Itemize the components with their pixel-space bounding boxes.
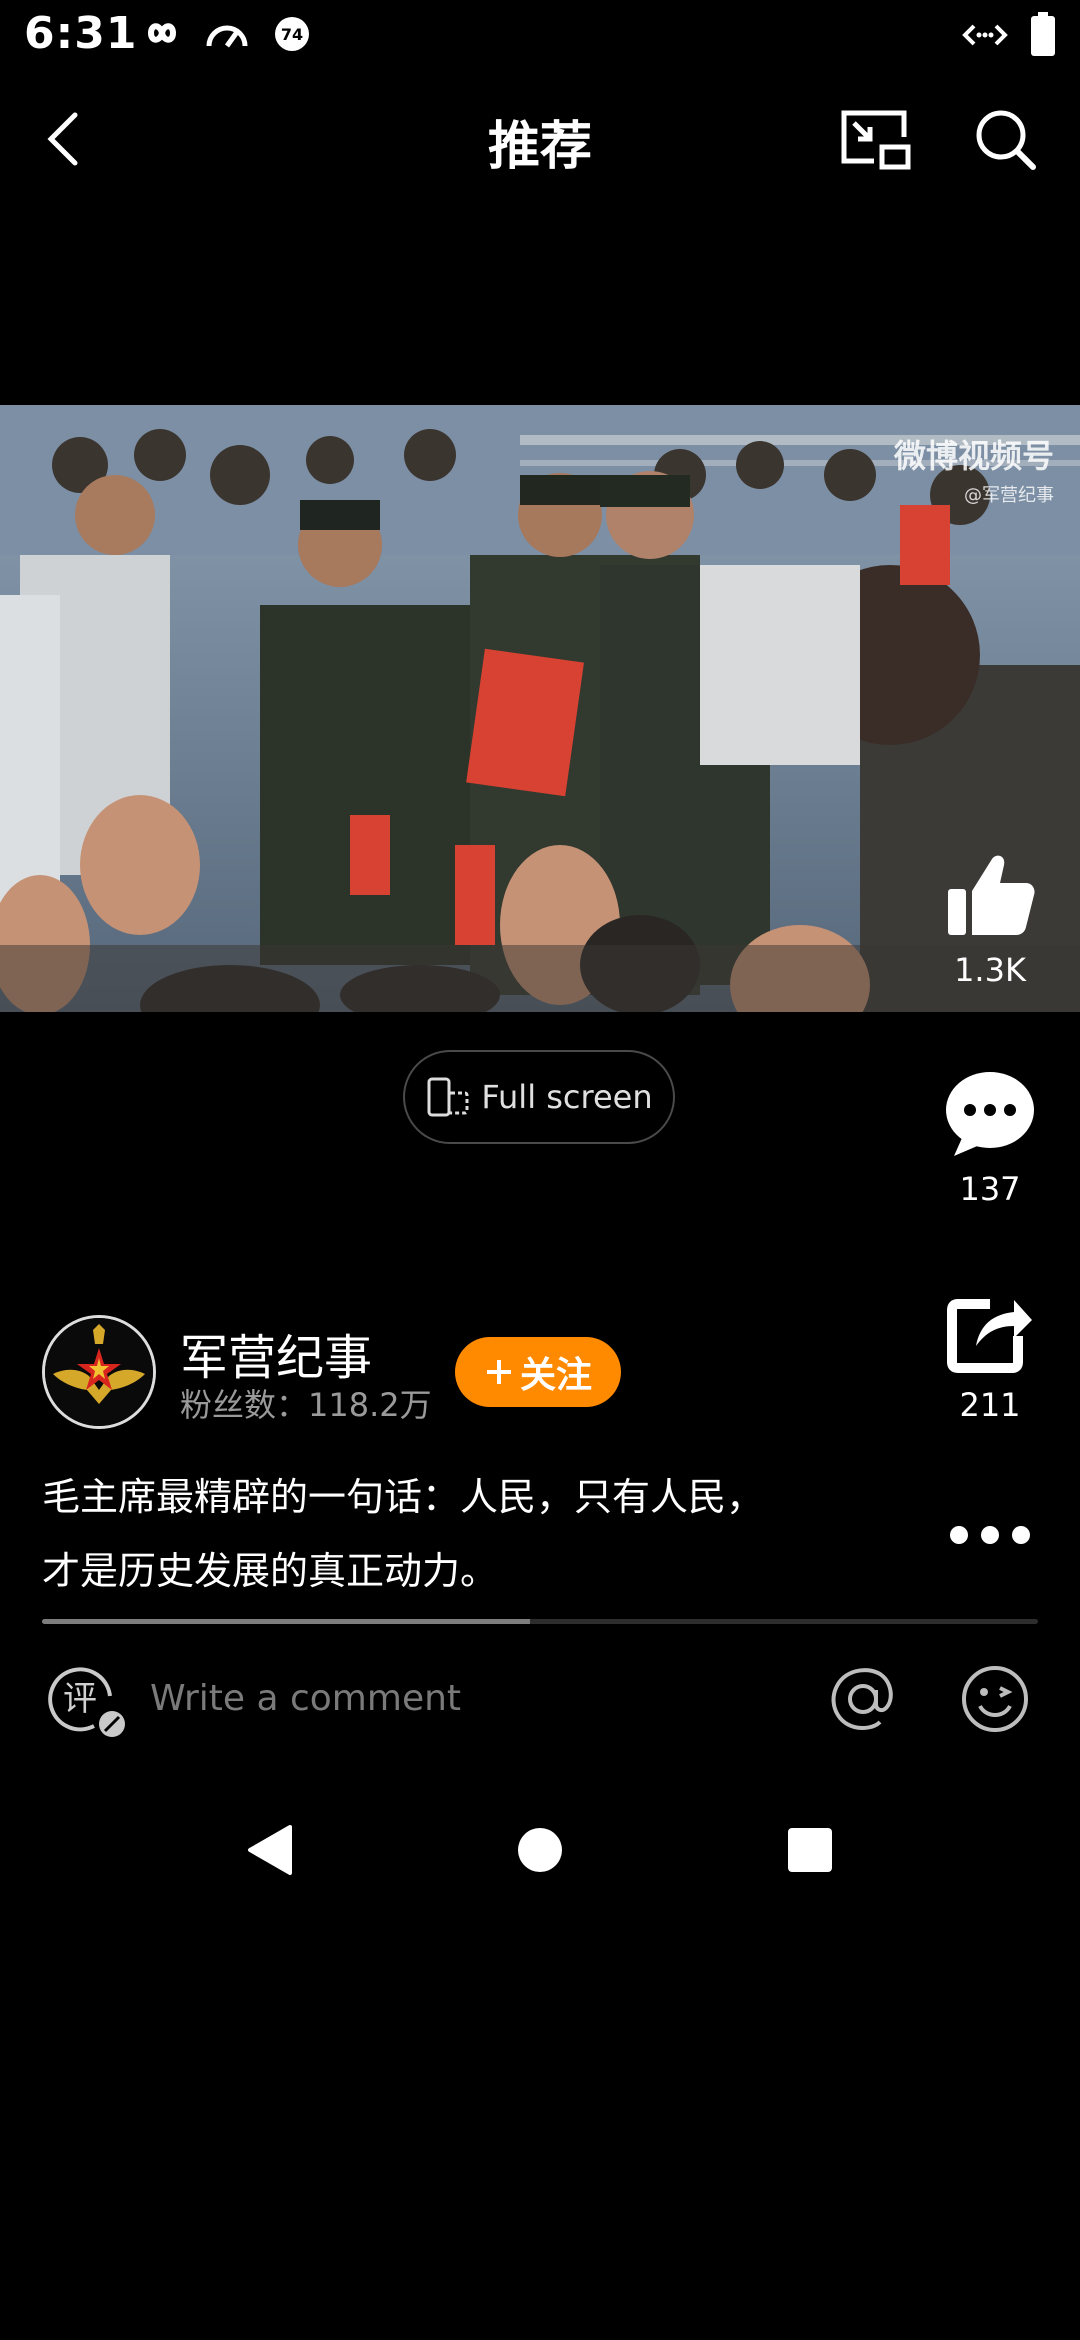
search-button[interactable] xyxy=(960,94,1050,184)
comment-count: 137 xyxy=(959,1170,1021,1208)
picture-in-picture-button[interactable] xyxy=(830,94,920,184)
battery-icon xyxy=(1030,12,1056,60)
share-count: 211 xyxy=(959,1386,1021,1424)
nav-back-button[interactable] xyxy=(230,1810,310,1890)
video-player[interactable]: 微博视频号 @军营纪事 xyxy=(0,405,1080,1012)
avatar[interactable] xyxy=(42,1315,156,1429)
speedometer-icon xyxy=(203,16,251,54)
nav-home-icon xyxy=(518,1828,562,1872)
more-dots-icon xyxy=(950,1526,1030,1544)
mention-button[interactable] xyxy=(828,1664,898,1734)
share-icon xyxy=(947,1299,1032,1373)
at-sign-icon xyxy=(831,1668,893,1731)
army-emblem-icon xyxy=(45,1318,153,1426)
search-icon xyxy=(976,110,1036,170)
emoji-wink-icon xyxy=(962,1666,1028,1732)
svg-text:74: 74 xyxy=(281,25,303,44)
comment-badge-button[interactable]: 评 xyxy=(44,1662,130,1742)
video-watermark: 微博视频号 @军营纪事 xyxy=(894,431,1054,507)
comment-edit-icon: 评 xyxy=(48,1667,125,1737)
caption-line-1: 毛主席最精辟的一句话：人民，只有人民， xyxy=(42,1475,765,1519)
full-screen-button[interactable]: Full screen xyxy=(403,1050,675,1144)
like-button[interactable]: 1.3K xyxy=(920,845,1060,1005)
follow-button[interactable]: 关注 xyxy=(455,1337,621,1407)
watermark-main: 微博视频号 xyxy=(893,437,1054,475)
rotate-phone-icon xyxy=(427,1077,469,1117)
full-screen-label: Full screen xyxy=(481,1078,653,1116)
notification-74-icon: 74 xyxy=(274,16,310,56)
nav-recents-button[interactable] xyxy=(770,1810,850,1890)
comment-button[interactable]: 137 xyxy=(920,1070,1060,1230)
comment-bubble-icon xyxy=(946,1072,1034,1156)
emoji-button[interactable] xyxy=(960,1664,1030,1734)
nav-back-icon xyxy=(248,1825,292,1875)
picture-in-picture-icon xyxy=(841,110,911,170)
nav-home-button[interactable] xyxy=(500,1810,580,1890)
like-count: 1.3K xyxy=(954,951,1026,989)
status-time: 6:31 xyxy=(24,8,138,59)
share-button[interactable]: 211 xyxy=(920,1290,1060,1450)
watermark-sub: @军营纪事 xyxy=(964,485,1054,506)
code-arrows-icon xyxy=(962,20,1008,54)
nav-recents-icon xyxy=(788,1828,832,1872)
infinity-icon xyxy=(140,18,184,52)
thumbs-up-icon xyxy=(948,855,1035,935)
post-caption: 毛主席最精辟的一句话：人民，只有人民， 才是历史发展的真正动力。 xyxy=(42,1460,942,1608)
caption-line-2: 才是历史发展的真正动力。 xyxy=(42,1549,499,1593)
svg-text:评: 评 xyxy=(63,1679,97,1719)
comment-input[interactable]: Write a comment xyxy=(150,1678,461,1719)
more-button[interactable] xyxy=(940,1510,1040,1560)
follow-label: 关注 xyxy=(519,1355,592,1396)
author-name[interactable]: 军营纪事 xyxy=(180,1318,372,1388)
video-progress-fill xyxy=(42,1619,531,1624)
author-fans-count: 粉丝数：118.2万 xyxy=(180,1386,432,1424)
plus-icon xyxy=(486,1360,511,1384)
video-progress-bar[interactable] xyxy=(42,1619,1038,1624)
